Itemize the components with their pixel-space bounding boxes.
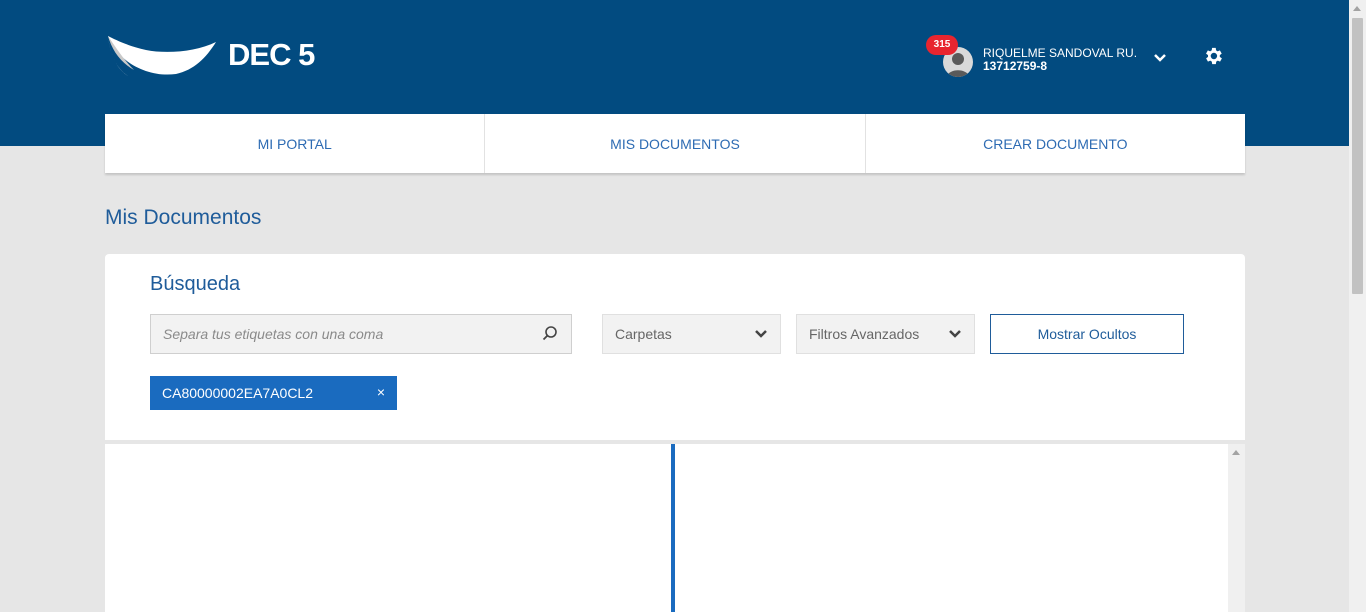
search-title: Búsqueda <box>150 273 241 295</box>
advanced-filters-select[interactable]: Filtros Avanzados <box>796 314 975 354</box>
logo-wave-icon <box>108 36 216 76</box>
nav-item-mis-documentos[interactable]: MIS DOCUMENTOS <box>485 114 866 173</box>
user-info: RIQUELME SANDOVAL RU... 13712759-8 <box>983 47 1138 73</box>
search-icon[interactable] <box>541 325 559 343</box>
nav-item-mi-portal[interactable]: MI PORTAL <box>105 114 486 173</box>
chevron-down-icon[interactable] <box>1153 51 1167 65</box>
user-id: 13712759-8 <box>983 59 1048 73</box>
search-input[interactable] <box>151 315 571 353</box>
results-panel <box>105 444 1228 612</box>
scroll-up-icon[interactable] <box>1353 6 1361 11</box>
scroll-up-icon[interactable] <box>1232 450 1240 455</box>
show-hidden-button[interactable]: Mostrar Ocultos <box>990 314 1184 354</box>
notification-badge[interactable]: 315 <box>926 35 958 55</box>
search-tag: CA80000002EA7A0CL2 × <box>150 376 397 410</box>
advanced-filters-label: Filtros Avanzados <box>809 326 920 342</box>
folders-select[interactable]: Carpetas <box>602 314 781 354</box>
folders-select-label: Carpetas <box>615 326 672 342</box>
panel-splitter[interactable] <box>671 444 675 612</box>
chevron-down-icon <box>755 330 767 338</box>
results-scrollbar[interactable] <box>1228 444 1245 612</box>
gear-icon[interactable] <box>1202 45 1224 67</box>
logo[interactable]: DEC 5 <box>106 30 321 80</box>
page-scrollbar[interactable] <box>1349 0 1366 612</box>
search-card: Búsqueda Carpetas Filtros Avanzados Most… <box>105 254 1245 440</box>
chevron-down-icon <box>949 330 961 338</box>
main-nav: MI PORTAL MIS DOCUMENTOS CREAR DOCUMENTO <box>105 114 1245 173</box>
search-tag-label: CA80000002EA7A0CL2 <box>162 385 314 401</box>
nav-item-crear-documento[interactable]: CREAR DOCUMENTO <box>866 114 1245 173</box>
logo-text: DEC 5 <box>228 37 315 72</box>
scrollbar-thumb[interactable] <box>1352 18 1363 294</box>
user-menu[interactable]: RIQUELME SANDOVAL RU... 13712759-8 <box>926 36 1176 80</box>
close-icon[interactable]: × <box>377 384 385 400</box>
search-input-wrapper <box>150 314 572 354</box>
page-title: Mis Documentos <box>105 206 262 229</box>
